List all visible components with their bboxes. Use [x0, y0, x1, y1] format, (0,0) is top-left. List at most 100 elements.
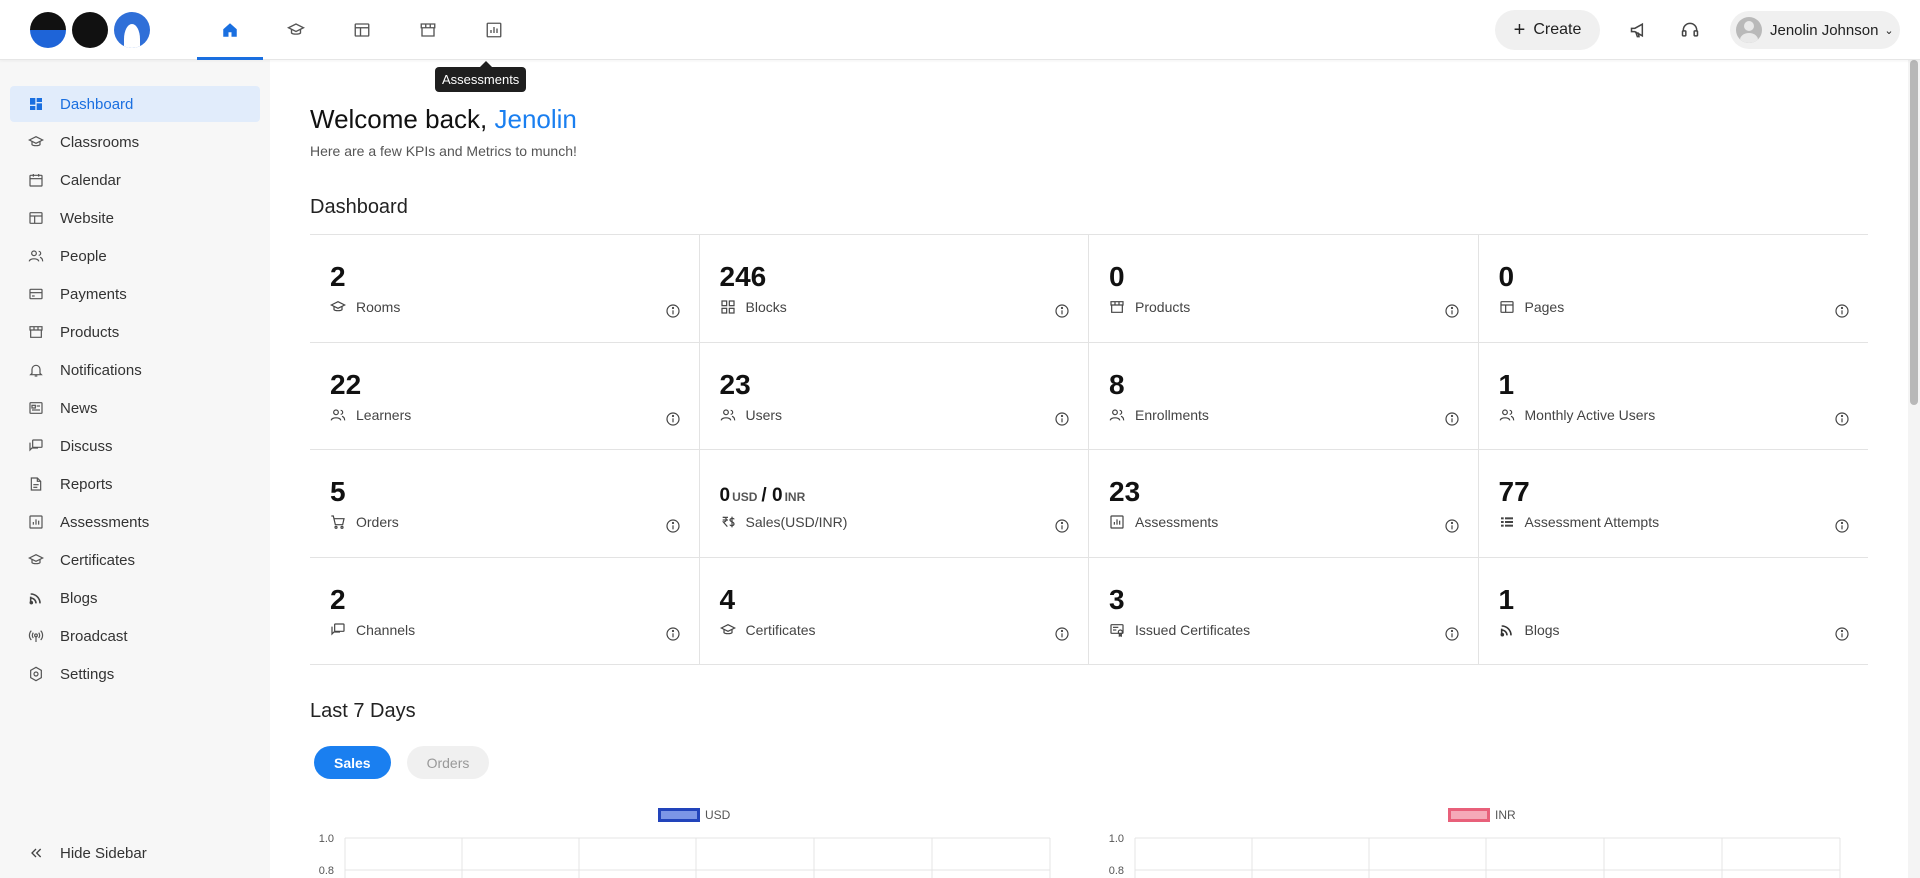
kpi-value: 8: [1109, 368, 1125, 400]
info-icon[interactable]: [1444, 518, 1460, 534]
plus-icon: +: [1513, 19, 1526, 41]
kpi-label: Certificates: [745, 621, 816, 638]
sidebar-item-calendar[interactable]: Calendar: [10, 162, 260, 198]
home-icon: [223, 23, 237, 37]
kpi-label: Assessment Attempts: [1524, 514, 1660, 530]
sidebar-item-reports[interactable]: Reports: [10, 466, 260, 502]
kpi-label: Issued Certificates: [1135, 621, 1251, 638]
nav-website[interactable]: [329, 0, 395, 60]
people-icon: [330, 408, 346, 421]
sidebar-item-payments[interactable]: Payments: [10, 276, 260, 312]
discuss-icon: [331, 622, 345, 635]
classrooms-icon: [330, 300, 346, 312]
sidebar-item-news[interactable]: News: [10, 390, 260, 426]
calendar-icon: [29, 174, 43, 187]
kpi-label-row: Issued Certificates: [1109, 622, 1250, 638]
sidebar-item-label: Payments: [60, 285, 127, 303]
sidebar-item-discuss[interactable]: Discuss: [10, 428, 260, 464]
scrollbar-thumb[interactable]: [1910, 60, 1918, 405]
sidebar-item-label: Settings: [60, 665, 115, 683]
info-icon[interactable]: [665, 303, 681, 319]
info-icon[interactable]: [1834, 411, 1850, 427]
info-icon[interactable]: [1444, 626, 1460, 642]
sidebar-item-dashboard[interactable]: Dashboard: [10, 86, 260, 122]
info-icon[interactable]: [1834, 626, 1850, 642]
announcements-button[interactable]: [1627, 18, 1651, 42]
sidebar: Dashboard Classrooms Calendar Website Pe…: [0, 60, 270, 878]
logo-circle-1: [30, 12, 66, 48]
brand-logo[interactable]: [30, 12, 150, 48]
info-icon[interactable]: [665, 518, 681, 534]
sidebar-item-website[interactable]: Website: [10, 200, 260, 236]
tab-sales[interactable]: Sales: [314, 746, 391, 779]
y-tick-label: 1.0: [319, 833, 334, 845]
kpi-card-sales: 0 USD/ 0 INR Sales(USD/INR): [699, 450, 1089, 558]
nav-home[interactable]: [197, 0, 263, 60]
create-button[interactable]: + Create: [1495, 10, 1600, 50]
sidebar-item-settings[interactable]: Settings: [10, 656, 260, 692]
kpi-label-row: Blocks: [720, 299, 787, 315]
kpi-value: 1: [1498, 368, 1515, 400]
website-icon: [29, 212, 43, 224]
sidebar-item-certificates[interactable]: Certificates: [10, 542, 260, 578]
blogs-icon: [29, 593, 41, 605]
kpi-label-row: Certificates: [719, 621, 816, 638]
sidebar-item-label: Assessments: [60, 513, 150, 531]
sidebar-item-people[interactable]: People: [10, 238, 260, 274]
user-menu[interactable]: Jenolin Johnson ⌄: [1730, 11, 1900, 49]
certificates-icon: [719, 623, 736, 634]
sidebar-item-products[interactable]: Products: [10, 314, 260, 350]
info-icon[interactable]: [1834, 303, 1850, 319]
info-icon[interactable]: [665, 626, 681, 642]
top-nav: [197, 0, 527, 60]
kpi-card-blogs: 1 Blogs: [1478, 558, 1868, 665]
kpi-label-row: Monthly Active Users: [1499, 407, 1655, 423]
nav-classrooms[interactable]: [263, 0, 329, 60]
classrooms-icon: [28, 135, 44, 147]
kpi-card-orders: 5 Orders: [310, 450, 700, 558]
info-icon[interactable]: [1444, 411, 1460, 427]
sidebar-item-label: Products: [60, 323, 120, 341]
hide-sidebar-button[interactable]: Hide Sidebar: [10, 835, 260, 871]
info-icon[interactable]: [1054, 303, 1070, 319]
welcome-heading: Welcome back, Jenolin: [310, 104, 577, 135]
sidebar-item-classrooms[interactable]: Classrooms: [10, 124, 260, 160]
nav-assessments[interactable]: [461, 0, 527, 60]
sidebar-item-broadcast[interactable]: Broadcast: [10, 618, 260, 654]
page-scrollbar[interactable]: [1908, 60, 1920, 878]
info-icon[interactable]: [1834, 518, 1850, 534]
info-icon[interactable]: [1054, 626, 1070, 642]
kpi-label-row: Rooms: [330, 299, 400, 315]
kpi-label-row: Channels: [330, 622, 415, 638]
kpi-label: Users: [745, 406, 783, 423]
dashboard-title: Dashboard: [310, 196, 408, 218]
sidebar-item-label: Discuss: [60, 437, 113, 455]
info-icon[interactable]: [1444, 303, 1460, 319]
kpi-label: Sales(USD/INR): [745, 514, 848, 530]
support-button[interactable]: [1678, 18, 1702, 42]
kpi-card-products: 0 Products: [1089, 235, 1479, 343]
kpi-label: Blogs: [1524, 621, 1560, 638]
cart-icon: [331, 515, 345, 529]
tab-orders[interactable]: Orders: [406, 746, 490, 779]
kpi-card-assessment-attempts: 77 Assessment Attempts: [1478, 450, 1868, 558]
info-icon[interactable]: [1054, 411, 1070, 427]
assessments-icon: [486, 22, 502, 38]
sidebar-item-assessments[interactable]: Assessments: [10, 504, 260, 540]
reports-icon: [30, 477, 42, 491]
nav-products[interactable]: [395, 0, 461, 60]
kpi-card-rooms: 2 Rooms: [310, 235, 700, 343]
info-icon[interactable]: [1054, 518, 1070, 534]
kpi-card-assessments: 23 Assessments: [1089, 450, 1479, 558]
kpi-card-certificates: 4 Certificates: [699, 557, 1089, 665]
certificates-icon: [28, 553, 44, 565]
sidebar-item-blogs[interactable]: Blogs: [10, 580, 260, 616]
kpi-label-row: Blogs: [1499, 622, 1560, 638]
chart-plot: 1.0 0.8: [1109, 833, 1841, 878]
sidebar-item-notifications[interactable]: Notifications: [10, 352, 260, 388]
sales-usd-unit: USD: [732, 490, 758, 504]
info-icon[interactable]: [665, 411, 681, 427]
settings-icon: [30, 666, 42, 682]
kpi-label-row: Assessments: [1109, 514, 1218, 530]
sales-inr-value: 0: [771, 485, 783, 506]
